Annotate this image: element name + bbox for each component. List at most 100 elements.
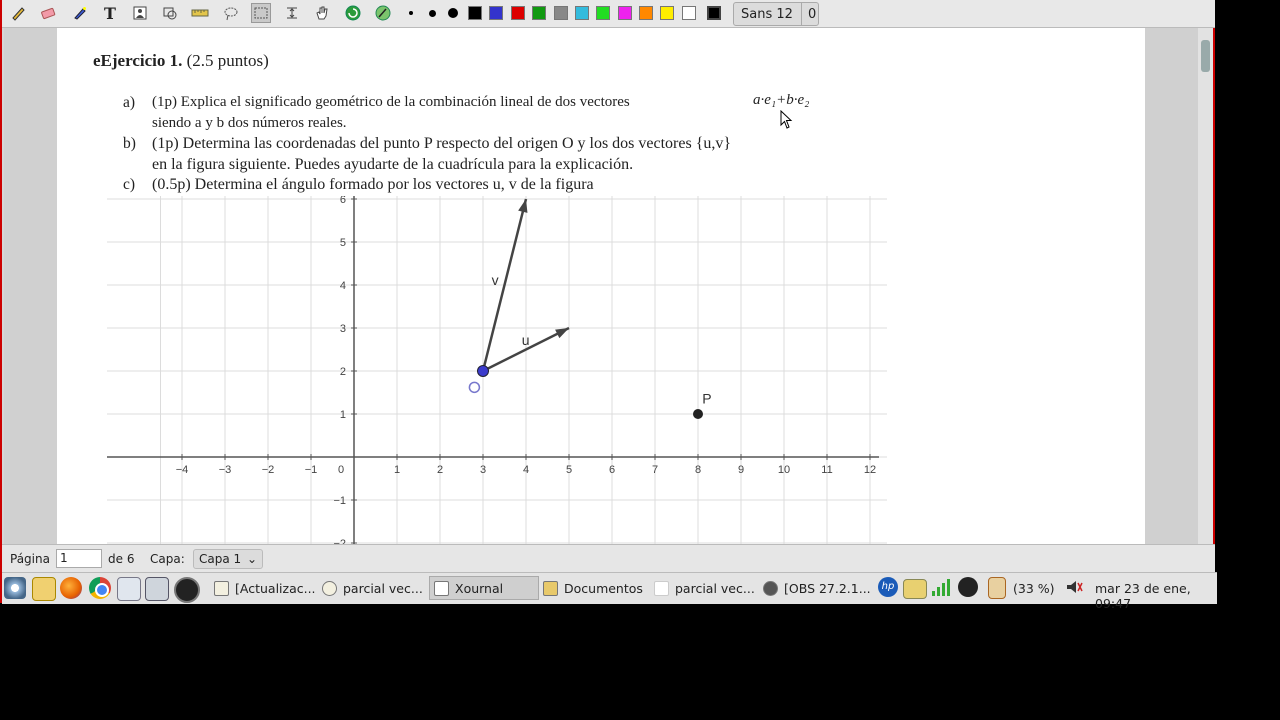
ruler-icon[interactable] (190, 3, 210, 23)
pencil-icon[interactable] (8, 3, 28, 23)
vertical-scrollbar-thumb[interactable] (1201, 40, 1210, 72)
default-pen-icon[interactable] (373, 3, 393, 23)
y-tick-label: 5 (340, 237, 346, 249)
x-tick-label: 0 (338, 464, 344, 476)
task-xournal[interactable]: Xournal (429, 576, 539, 600)
font-size: 0 (801, 3, 816, 25)
document-canvas[interactable]: eEjercicio 1. (2.5 puntos) a) (1p) Expli… (4, 28, 1198, 544)
volume-icon[interactable] (1064, 577, 1084, 597)
origin-label-marker (468, 381, 481, 394)
image-tool-icon[interactable] (130, 3, 150, 23)
layer-value: Capa 1 (199, 552, 242, 566)
notifications-icon[interactable] (903, 579, 927, 599)
question-b-line2: en la figura siguiente. Puedes ayudarte … (152, 156, 634, 173)
current-color-swatch[interactable] (707, 6, 721, 20)
font-name: Sans 12 (741, 6, 793, 22)
y-tick-label: −1 (333, 495, 346, 507)
thickness-thick-icon[interactable] (448, 8, 458, 18)
battery-icon[interactable] (988, 577, 1006, 599)
question-c-marker: c) (123, 176, 136, 193)
task-parcial-pdf[interactable]: parcial vec... (322, 576, 423, 600)
color-red-swatch[interactable] (511, 6, 525, 20)
x-tick-label: 1 (394, 464, 400, 476)
obs-tray-icon[interactable] (958, 577, 978, 597)
xournal-icon (434, 580, 449, 596)
shape-recognizer-icon[interactable] (160, 3, 180, 23)
task-label: parcial vec... (675, 580, 755, 596)
files-icon[interactable] (117, 577, 141, 601)
color-lightgreen-swatch[interactable] (596, 6, 610, 20)
task-documentos[interactable]: Documentos (543, 576, 643, 600)
task-label: [Actualizac... (235, 580, 316, 596)
task-actualizacion[interactable]: [Actualizac... (214, 576, 316, 600)
color-lightblue-swatch[interactable] (575, 6, 589, 20)
document-page[interactable]: eEjercicio 1. (2.5 puntos) a) (1p) Expli… (57, 28, 1145, 544)
taskbar: [Actualizac... parcial vec... Xournal Do… (2, 572, 1217, 611)
x-tick-label: 6 (609, 464, 615, 476)
question-a-line2: siendo a y b dos números reales. (152, 115, 347, 131)
text-tool-icon[interactable]: T (100, 3, 120, 23)
thickness-medium-icon[interactable] (429, 10, 436, 17)
pdf-icon (322, 580, 337, 596)
firefox-icon[interactable] (60, 577, 82, 599)
exercise-title-bold: eEjercicio 1. (93, 51, 183, 70)
text-editor-icon[interactable] (32, 577, 56, 601)
question-c-line1: (0.5p) Determina el ángulo formado por l… (152, 176, 594, 193)
task-label: [OBS 27.2.1... (784, 580, 871, 596)
xournal-window: T Sans 12 0 eEjercicio 1. (2.5 puntos) a… (0, 0, 1217, 611)
vertical-scrollbar[interactable] (1198, 28, 1213, 544)
color-white-swatch[interactable] (682, 6, 696, 20)
question-a-marker: a) (123, 94, 136, 111)
highlighter-icon[interactable] (70, 3, 90, 23)
point-p-label: P (702, 390, 711, 406)
network-signal-icon[interactable] (931, 577, 953, 597)
x-tick-label: 12 (864, 464, 876, 476)
task-parcial-doc[interactable]: parcial vec... (654, 576, 755, 600)
color-magenta-swatch[interactable] (618, 6, 632, 20)
task-label: parcial vec... (343, 580, 423, 596)
page-number-value: 1 (60, 551, 68, 565)
vector-v-label: v (492, 272, 499, 288)
color-gray-swatch[interactable] (554, 6, 568, 20)
color-green-swatch[interactable] (532, 6, 546, 20)
layer-label: Capa: (150, 552, 185, 566)
rect-select-icon[interactable] (251, 3, 271, 23)
vector-u-arrowhead (555, 328, 569, 339)
y-tick-label: 4 (340, 280, 346, 292)
system-menu-icon[interactable] (4, 577, 26, 599)
x-tick-label: 4 (523, 464, 529, 476)
page-label: Página (10, 552, 50, 566)
task-label: Xournal (455, 580, 504, 596)
point-p (693, 409, 703, 419)
thickness-fine-icon[interactable] (409, 11, 413, 15)
color-orange-swatch[interactable] (639, 6, 653, 20)
task-obs[interactable]: [OBS 27.2.1... (763, 576, 871, 600)
clock[interactable]: mar 23 de ene, 09:47 (1095, 581, 1217, 611)
x-tick-label: 9 (738, 464, 744, 476)
obs-launcher-icon[interactable] (174, 577, 200, 603)
chrome-icon[interactable] (89, 577, 111, 599)
terminal-icon[interactable] (145, 577, 169, 601)
default-tool-icon[interactable] (343, 3, 363, 23)
layer-selector[interactable]: Capa 1 ⌄ (193, 549, 263, 569)
exercise-title: eEjercicio 1. (2.5 puntos) (93, 51, 269, 71)
color-yellow-swatch[interactable] (660, 6, 674, 20)
vertical-space-icon[interactable] (282, 3, 302, 23)
color-blue-swatch[interactable] (489, 6, 503, 20)
x-tick-label: 3 (480, 464, 486, 476)
vector-v-arrowhead (518, 199, 528, 213)
x-tick-label: 7 (652, 464, 658, 476)
eraser-icon[interactable] (38, 3, 58, 23)
y-tick-label: 6 (340, 196, 346, 206)
x-tick-label: 11 (821, 464, 832, 476)
color-black-swatch[interactable] (468, 6, 482, 20)
hand-tool-icon[interactable] (312, 3, 332, 23)
lasso-select-icon[interactable] (221, 3, 241, 23)
font-selector[interactable]: Sans 12 0 (733, 2, 819, 26)
y-tick-label: 2 (340, 366, 346, 378)
mouse-cursor-icon (780, 110, 793, 129)
page-number-input[interactable]: 1 (56, 549, 102, 568)
hp-icon[interactable]: hp (878, 577, 898, 597)
x-tick-label: 5 (566, 464, 572, 476)
question-b-line1: (1p) Determina las coordenadas del punto… (152, 135, 732, 152)
